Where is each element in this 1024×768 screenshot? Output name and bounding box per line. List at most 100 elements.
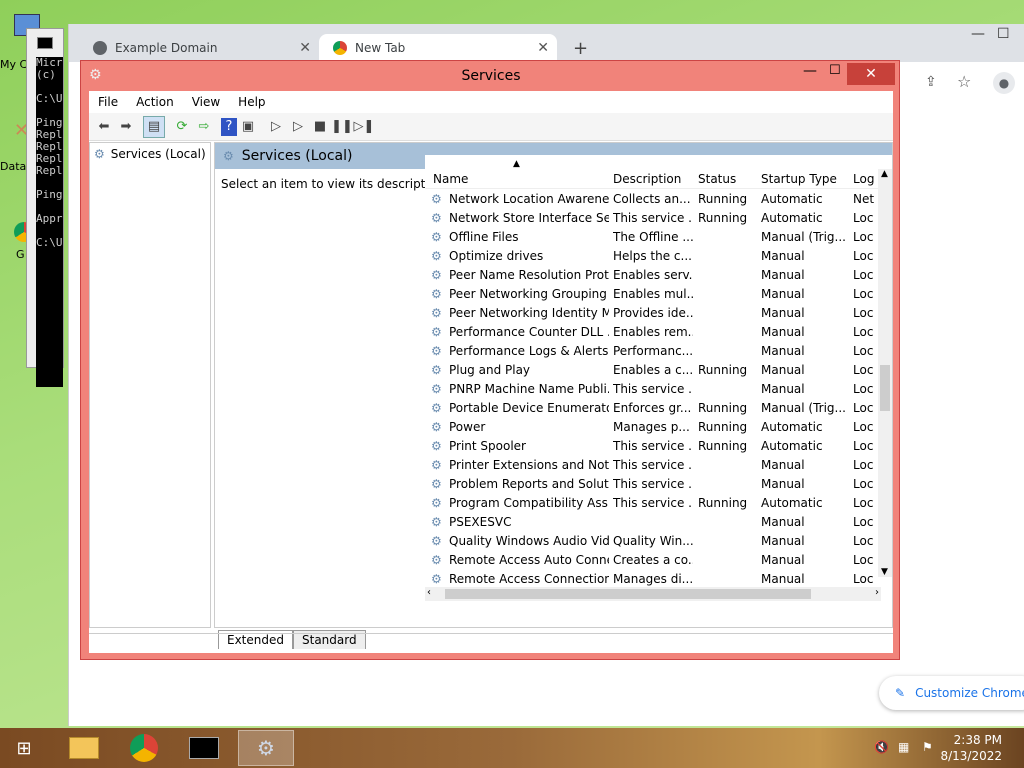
clock[interactable]: 2:38 PM 8/13/2022 (940, 732, 1002, 764)
menu-help[interactable]: Help (229, 95, 274, 109)
horizontal-scroll-thumb[interactable] (445, 589, 811, 599)
gear-icon: ⚙ (431, 211, 442, 225)
service-name: Peer Networking Identity M... (449, 306, 609, 320)
taskbar-cmd[interactable] (176, 730, 232, 766)
start-button[interactable]: ⊞ (0, 730, 48, 766)
minimize-icon[interactable]: — (803, 63, 817, 79)
service-name: Network Location Awareness (449, 192, 609, 206)
gear-icon: ⚙ (431, 458, 442, 472)
tab-new-tab[interactable]: New Tab ✕ (319, 34, 557, 62)
maximize-icon[interactable]: ☐ (829, 63, 841, 78)
maximize-icon[interactable]: ☐ (997, 26, 1010, 42)
action-center-icon[interactable]: ⚑ (922, 740, 933, 754)
service-name: Performance Logs & Alerts (449, 344, 609, 358)
refresh-icon[interactable]: ⟳ (171, 116, 193, 138)
restart-service-icon[interactable]: ▷❚ (353, 116, 375, 138)
table-row[interactable]: ⚙ Peer Name Resolution Prot... Enables ser… (425, 266, 880, 285)
table-row[interactable]: ⚙ Performance Logs & Alerts Performanc... M… (425, 342, 880, 361)
scroll-right-icon[interactable]: › (875, 587, 879, 598)
cmd-window[interactable]: Micr (c) C:\U Ping Repl Repl Repl Repl Ping Appr… (26, 28, 64, 387)
table-row[interactable]: ⚙ PSEXESVC Manual Loc (425, 513, 880, 532)
stop-service-icon[interactable]: ■ (309, 116, 331, 138)
table-row[interactable]: ⚙ Printer Extensions and Notif... This ser… (425, 456, 880, 475)
scroll-down-icon[interactable]: ▼ (881, 567, 888, 577)
service-startup-type: Manual (761, 572, 805, 586)
service-description: Creates a co... (613, 553, 693, 567)
minimize-icon[interactable]: — (971, 26, 985, 42)
gear-icon: ⚙ (431, 553, 442, 567)
table-row[interactable]: ⚙ Print Spooler This service ... Running Aut… (425, 437, 880, 456)
service-name: Remote Access Auto Conne... (449, 553, 609, 567)
forward-icon[interactable]: ➡ (115, 116, 137, 138)
close-tab-icon[interactable]: ✕ (299, 40, 311, 56)
table-row[interactable]: ⚙ Offline Files The Offline ... Manual (Tri… (425, 228, 880, 247)
service-name: Program Compatibility Assi... (449, 496, 609, 510)
service-name: Plug and Play (449, 363, 531, 377)
share-icon[interactable]: ⇪ (925, 74, 937, 90)
taskbar-chrome[interactable] (116, 730, 172, 766)
menu-action[interactable]: Action (127, 95, 183, 109)
profile-avatar-icon[interactable]: ● (993, 72, 1015, 94)
service-startup-type: Automatic (761, 192, 823, 206)
table-row[interactable]: ⚙ Power Manages p... Running Automatic Loc (425, 418, 880, 437)
start-service-alt-icon[interactable]: ▷ (287, 116, 309, 138)
menu-file[interactable]: File (89, 95, 127, 109)
column-header-startup-type[interactable]: Startup Type (761, 172, 837, 186)
show-console-tree-icon[interactable]: ▤ (143, 115, 165, 138)
gear-icon: ⚙ (431, 420, 442, 434)
scroll-left-icon[interactable]: ‹ (427, 587, 431, 598)
help-icon[interactable]: ? (221, 117, 237, 136)
vertical-scroll-thumb[interactable] (880, 365, 890, 411)
table-row[interactable]: ⚙ Performance Counter DLL ... Enables rem.… (425, 323, 880, 342)
service-startup-type: Manual (761, 344, 805, 358)
table-row[interactable]: ⚙ Portable Device Enumerator... Enforces g… (425, 399, 880, 418)
service-startup-type: Manual (761, 249, 805, 263)
properties-icon[interactable]: ▣ (237, 116, 259, 138)
table-row[interactable]: ⚙ Network Location Awareness Collects an..… (425, 190, 880, 209)
column-header-name[interactable]: Name (433, 172, 468, 186)
service-description: This service ... (613, 496, 693, 510)
status-bar (89, 633, 893, 653)
service-startup-type: Manual (Trig... (761, 401, 846, 415)
table-row[interactable]: ⚙ Problem Reports and Soluti... This servi… (425, 475, 880, 494)
tree-node-services-local[interactable]: ⚙ Services (Local) (90, 143, 210, 165)
service-status: Running (698, 420, 748, 434)
table-row[interactable]: ⚙ Peer Networking Identity M... Provides i… (425, 304, 880, 323)
column-header-log-on-as[interactable]: Log (853, 172, 874, 186)
new-tab-button[interactable]: + (573, 38, 588, 59)
vertical-scrollbar[interactable]: ▲ ▼ (878, 169, 892, 577)
table-row[interactable]: ⚙ Plug and Play Enables a c... Running Manua… (425, 361, 880, 380)
table-row[interactable]: ⚙ Program Compatibility Assi... This servi… (425, 494, 880, 513)
close-tab-icon[interactable]: ✕ (537, 40, 549, 56)
table-row[interactable]: ⚙ Peer Networking Grouping Enables mul... M… (425, 285, 880, 304)
service-startup-type: Manual (761, 306, 805, 320)
back-icon[interactable]: ⬅ (93, 116, 115, 138)
start-service-icon[interactable]: ▷ (265, 116, 287, 138)
table-row[interactable]: ⚙ Remote Access Auto Conne... Creates a co… (425, 551, 880, 570)
horizontal-scrollbar[interactable]: ‹ › (425, 587, 881, 601)
table-row[interactable]: ⚙ Optimize drives Helps the c... Manual Loc (425, 247, 880, 266)
table-row[interactable]: ⚙ Quality Windows Audio Vid... Quality Win… (425, 532, 880, 551)
gear-icon: ⚙ (94, 147, 105, 161)
customize-chrome-button[interactable]: ✎ Customize Chrome (879, 676, 1024, 710)
taskbar-services[interactable]: ⚙ (238, 730, 294, 766)
tab-example-domain[interactable]: Example Domain ✕ (79, 34, 319, 62)
column-header-status[interactable]: Status (698, 172, 736, 186)
close-icon[interactable]: ✕ (847, 63, 895, 85)
gear-icon: ⚙ (223, 149, 234, 163)
taskbar-file-explorer[interactable] (56, 730, 112, 766)
service-name: Peer Networking Grouping (449, 287, 607, 301)
cmd-icon (37, 37, 53, 49)
column-header-description[interactable]: Description (613, 172, 681, 186)
menu-view[interactable]: View (183, 95, 229, 109)
bookmark-star-icon[interactable]: ☆ (957, 72, 971, 91)
pause-service-icon[interactable]: ❚❚ (331, 116, 353, 138)
network-icon[interactable]: ▦ (898, 740, 909, 754)
table-row[interactable]: ⚙ PNRP Machine Name Publi... This service … (425, 380, 880, 399)
table-row[interactable]: ⚙ Network Store Interface Ser... This serv… (425, 209, 880, 228)
scroll-up-icon[interactable]: ▲ (881, 169, 888, 179)
globe-icon (93, 41, 107, 55)
windows-logo-icon: ⊞ (16, 737, 32, 759)
speaker-muted-icon[interactable]: 🔇 (874, 740, 889, 754)
export-list-icon[interactable]: ⇨ (193, 116, 215, 138)
